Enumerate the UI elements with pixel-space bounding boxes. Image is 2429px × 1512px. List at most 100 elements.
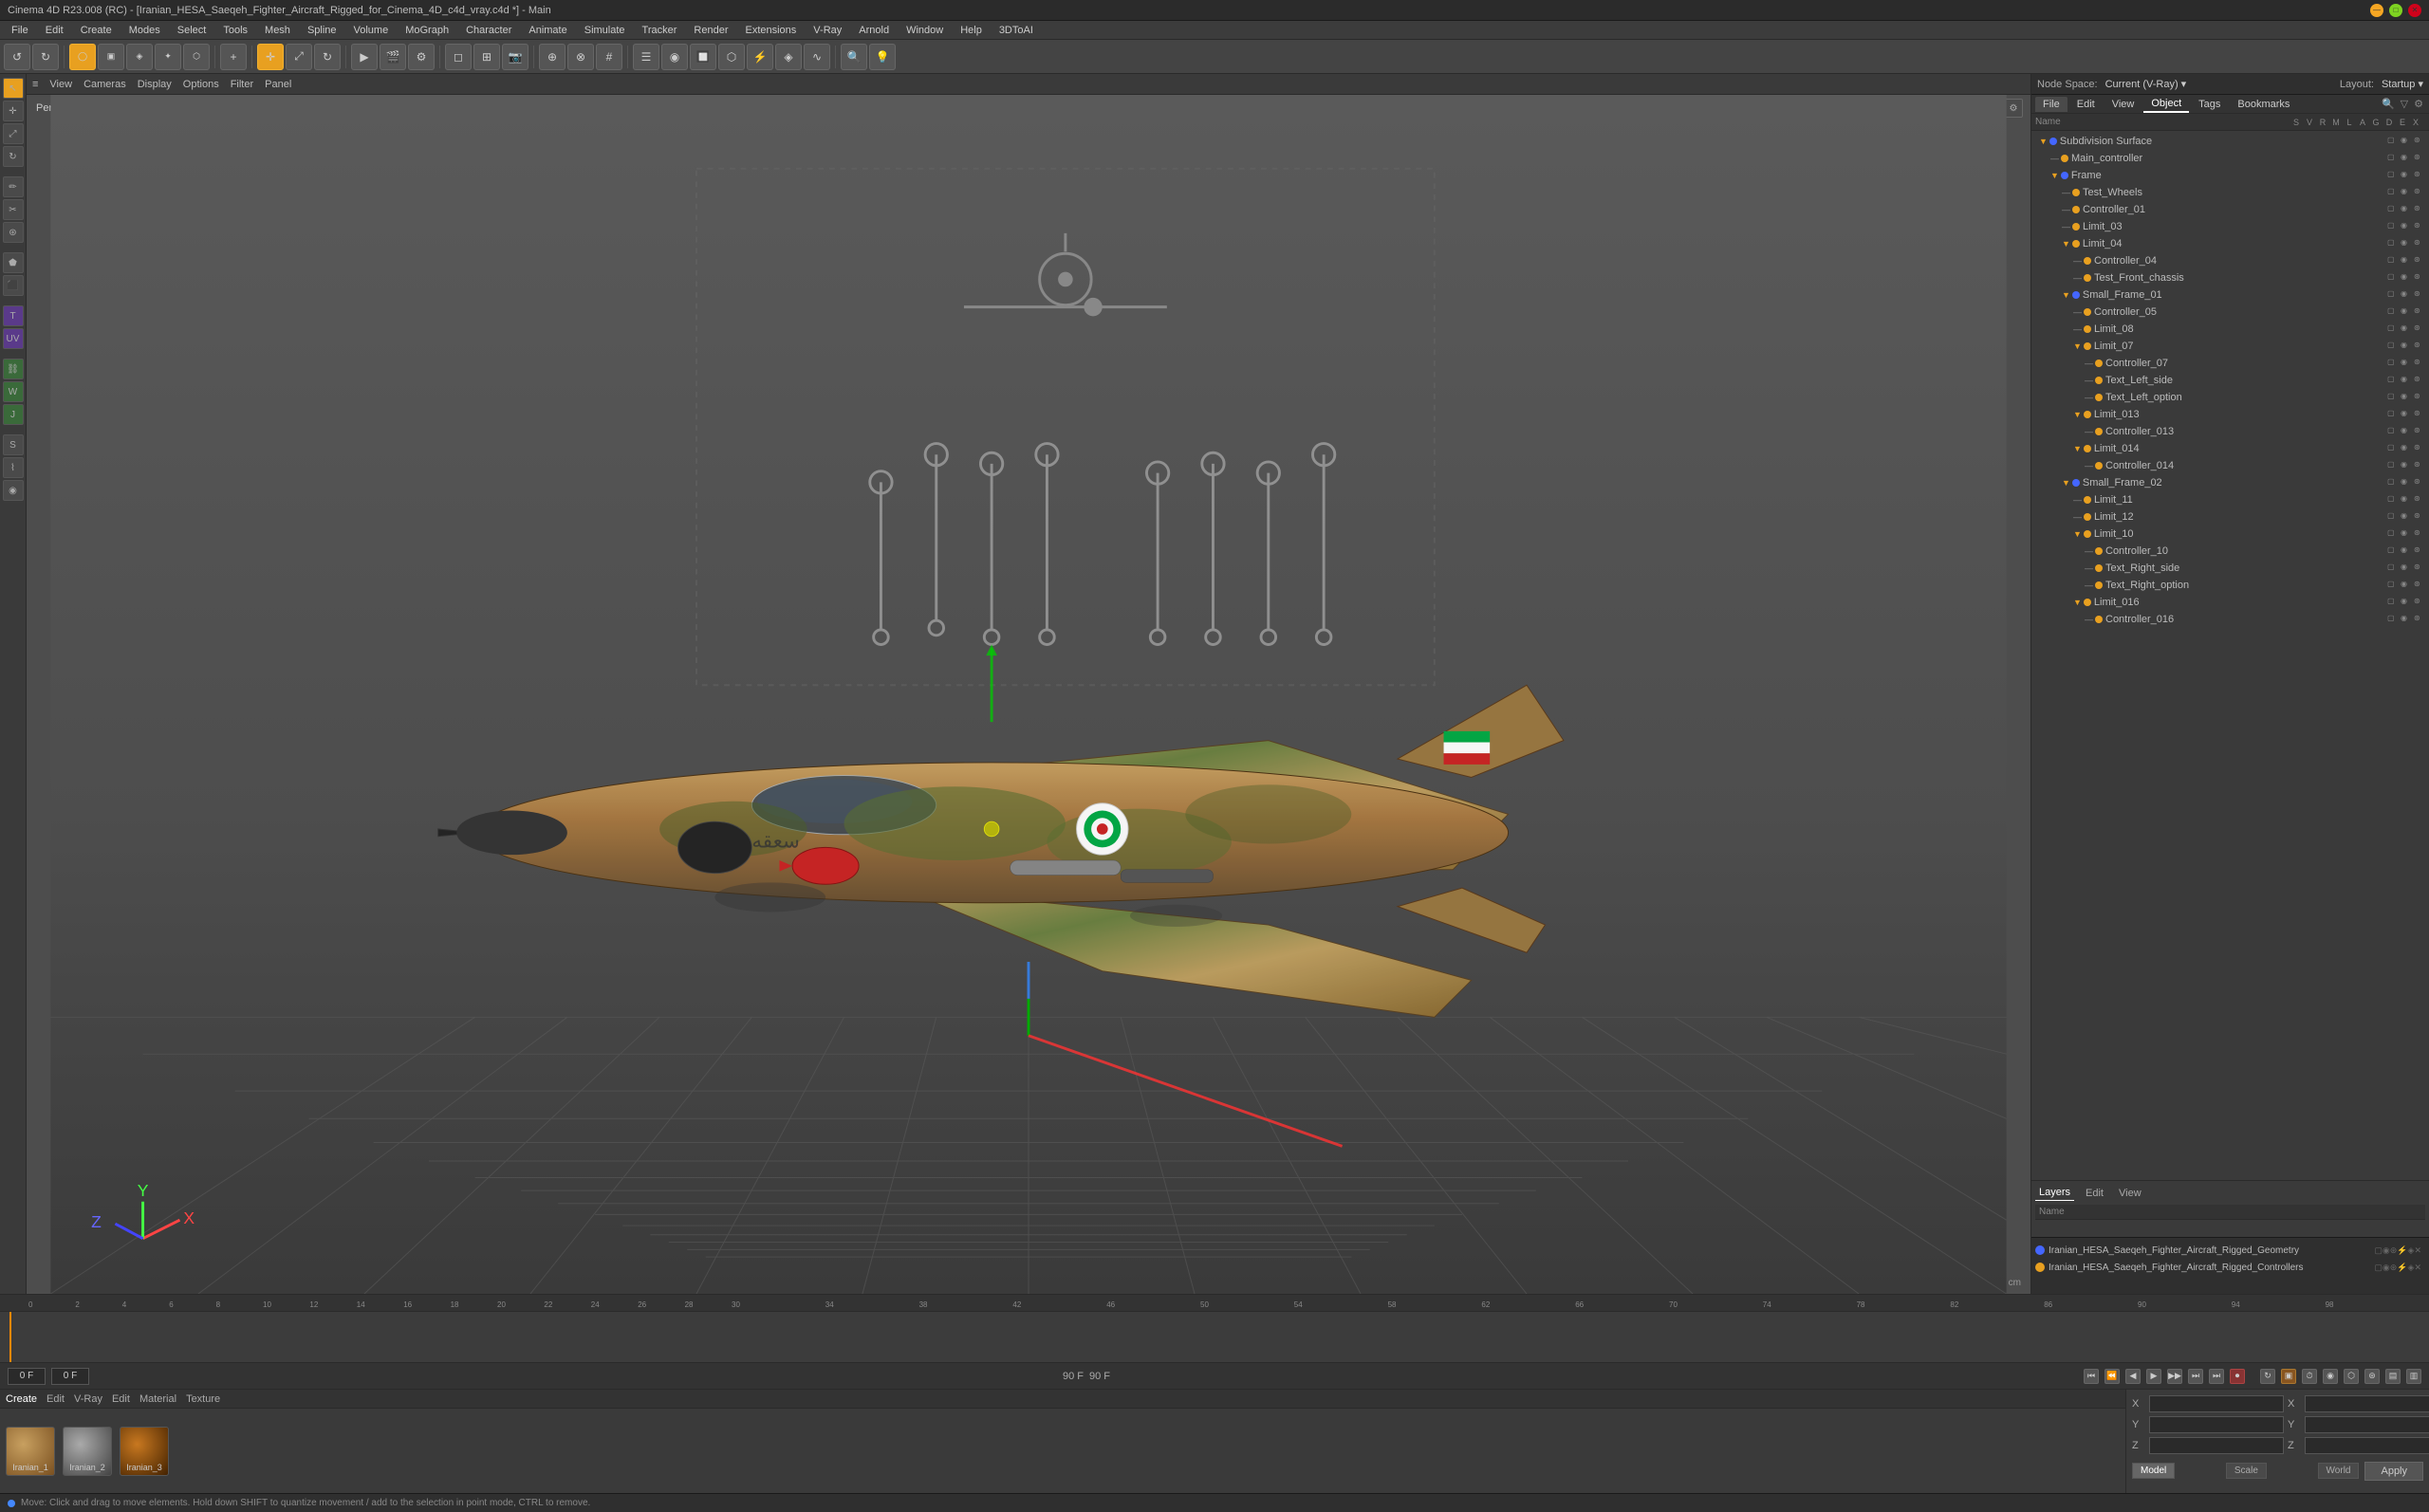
scale-tool[interactable]: ⤢ [3,123,24,144]
tree-item-test-front-chassis[interactable]: — Test_Front_chassis ▢◉⊛ [2031,269,2429,286]
object-tree[interactable]: ▼ Subdivision Surface ▢ ◉ ⊛ — Main_contr… [2031,131,2429,1180]
layers-edit-tab[interactable]: Edit [2082,1186,2107,1201]
tree-item-controller04[interactable]: — Controller_04 ▢◉⊛ [2031,252,2429,269]
snap-btn[interactable]: ⊕ [539,44,566,70]
viewport-display-menu[interactable]: Display [138,79,172,90]
tree-item-limit014[interactable]: ▼ Limit_014 ▢◉⊛ [2031,440,2429,457]
axis-btn[interactable]: ⊗ [567,44,594,70]
render-btn[interactable]: 🎬 [380,44,406,70]
tree-item-controller01[interactable]: — Controller_01 ▢◉⊛ [2031,201,2429,218]
tree-item-small-frame02[interactable]: ▼ Small_Frame_02 ▢◉⊛ [2031,474,2429,491]
polygon-pen[interactable]: ⬟ [3,252,24,273]
tree-item-text-right-side[interactable]: — Text_Right_side ▢◉⊛ [2031,560,2429,577]
filter-icon[interactable]: ▽ [2399,96,2410,112]
y-pos-input[interactable] [2149,1416,2284,1433]
material-thumb-3[interactable]: Iranian_3 [120,1427,169,1476]
rotate-tool[interactable]: ↻ [3,146,24,167]
tree-item-text-left-option[interactable]: — Text_Left_option ▢◉⊛ [2031,389,2429,406]
menu-modes[interactable]: Modes [121,23,168,38]
tree-item-limit10[interactable]: ▼ Limit_10 ▢◉⊛ [2031,526,2429,543]
menu-3dtoai[interactable]: 3DToAI [992,23,1041,38]
mode-polygon-btn[interactable]: ▣ [98,44,124,70]
x-rot-input[interactable] [2305,1395,2429,1412]
tab-file[interactable]: File [2035,97,2067,112]
mode-edge-btn[interactable]: ◈ [126,44,153,70]
render-settings-btn[interactable]: ⚙ [408,44,435,70]
menu-character[interactable]: Character [458,23,519,38]
mat-vray-tab[interactable]: V-Ray [74,1393,102,1405]
select-tool[interactable]: ↖ [3,78,24,99]
effector-btn[interactable]: ⚡ [747,44,773,70]
tree-item-controller016[interactable]: — Controller_016 ▢◉⊛ [2031,611,2429,628]
play-btn[interactable]: ▶ [2146,1369,2161,1384]
undo-button[interactable]: ↺ [4,44,30,70]
tree-item-text-right-option[interactable]: — Text_Right_option ▢◉⊛ [2031,577,2429,594]
soft-selection[interactable]: ◉ [3,480,24,501]
mat-material-tab[interactable]: Material [139,1393,176,1405]
search-btn[interactable]: 🔍 [841,44,867,70]
menu-animate[interactable]: Animate [521,23,574,38]
tree-item-small-frame01[interactable]: ▼ Small_Frame_01 ▢◉⊛ [2031,286,2429,304]
tree-item-test-wheels[interactable]: — Test_Wheels ▢◉⊛ [2031,184,2429,201]
material-thumb-2[interactable]: Iranian_2 [63,1427,112,1476]
tree-item-frame[interactable]: ▼ Frame ▢ ◉ ⊛ [2031,167,2429,184]
menu-vray[interactable]: V-Ray [806,23,849,38]
mode-object-btn[interactable]: ◯ [69,44,96,70]
view-4view-btn[interactable]: ⊞ [473,44,500,70]
loop-btn[interactable]: ↻ [2260,1369,2275,1384]
material-thumb-1[interactable]: Iranian_1 [6,1427,55,1476]
magnet-tool[interactable]: ⊛ [3,222,24,243]
uv-tool[interactable]: UV [3,328,24,349]
layer-btn[interactable]: ☰ [633,44,659,70]
tree-item-limit07[interactable]: ▼ Limit_07 ▢◉⊛ [2031,338,2429,355]
start-frame-input[interactable] [8,1368,46,1385]
obj-row-controllers[interactable]: Iranian_HESA_Saeqeh_Fighter_Aircraft_Rig… [2035,1259,2425,1276]
mat-edit-tab[interactable]: Edit [46,1393,65,1405]
layers-tab[interactable]: Layers [2035,1185,2074,1201]
material-btn[interactable]: ◉ [661,44,688,70]
tab-bookmarks[interactable]: Bookmarks [2230,97,2297,112]
tab-view[interactable]: View [2105,97,2142,112]
node-space-value[interactable]: Current (V-Ray) ▾ [2105,78,2187,90]
extrude-tool[interactable]: ⬛ [3,275,24,296]
end-frame-input[interactable] [51,1368,89,1385]
close-button[interactable]: ✕ [2408,4,2421,17]
viewport-menu-toggle[interactable]: ≡ [32,79,38,90]
view-perspective-btn[interactable]: ◻ [445,44,472,70]
scale-btn[interactable]: Scale [2226,1463,2267,1479]
tree-item-limit013[interactable]: ▼ Limit_013 ▢◉⊛ [2031,406,2429,423]
menu-mograph[interactable]: MoGraph [398,23,456,38]
play-forward-btn[interactable]: ▶▶ [2167,1369,2182,1384]
record-btn[interactable]: ⏺ [2230,1369,2245,1384]
anim-scheme-btn[interactable]: ▣ [2281,1369,2296,1384]
texture-btn[interactable]: 🔲 [690,44,716,70]
menu-volume[interactable]: Volume [346,23,397,38]
tree-item-limit11[interactable]: — Limit_11 ▢◉⊛ [2031,491,2429,508]
menu-render[interactable]: Render [686,23,735,38]
render-preview-btn[interactable]: ▶ [351,44,378,70]
tree-item-main-controller[interactable]: — Main_controller ▢ ◉ ⊛ [2031,150,2429,167]
spline-btn[interactable]: ∿ [804,44,830,70]
tab-edit[interactable]: Edit [2069,97,2103,112]
layout-value[interactable]: Startup ▾ [2382,78,2423,90]
tree-item-limit016[interactable]: ▼ Limit_016 ▢◉⊛ [2031,594,2429,611]
light-btn[interactable]: 💡 [869,44,896,70]
tree-item-limit08[interactable]: — Limit_08 ▢◉⊛ [2031,321,2429,338]
deformer-btn[interactable]: ⬡ [718,44,745,70]
tree-item-controller10[interactable]: — Controller_10 ▢◉⊛ [2031,543,2429,560]
menu-mesh[interactable]: Mesh [257,23,298,38]
menu-edit[interactable]: Edit [38,23,71,38]
rigging-tool[interactable]: ⛓ [3,359,24,379]
brush-tool[interactable]: ✏ [3,176,24,197]
rotate-tool-btn[interactable]: ↻ [314,44,341,70]
go-to-start-btn[interactable]: ⏮ [2084,1369,2099,1384]
generator-btn[interactable]: ◈ [775,44,802,70]
texture-tool[interactable]: T [3,305,24,326]
tree-item-controller07[interactable]: — Controller_07 ▢◉⊛ [2031,355,2429,372]
maximize-button[interactable]: □ [2389,4,2402,17]
viewport-panel-menu[interactable]: Panel [265,79,291,90]
playhead[interactable] [9,1312,11,1362]
menu-window[interactable]: Window [899,23,951,38]
z-pos-input[interactable] [2149,1437,2284,1454]
fps-btn[interactable]: ⏱ [2302,1369,2317,1384]
